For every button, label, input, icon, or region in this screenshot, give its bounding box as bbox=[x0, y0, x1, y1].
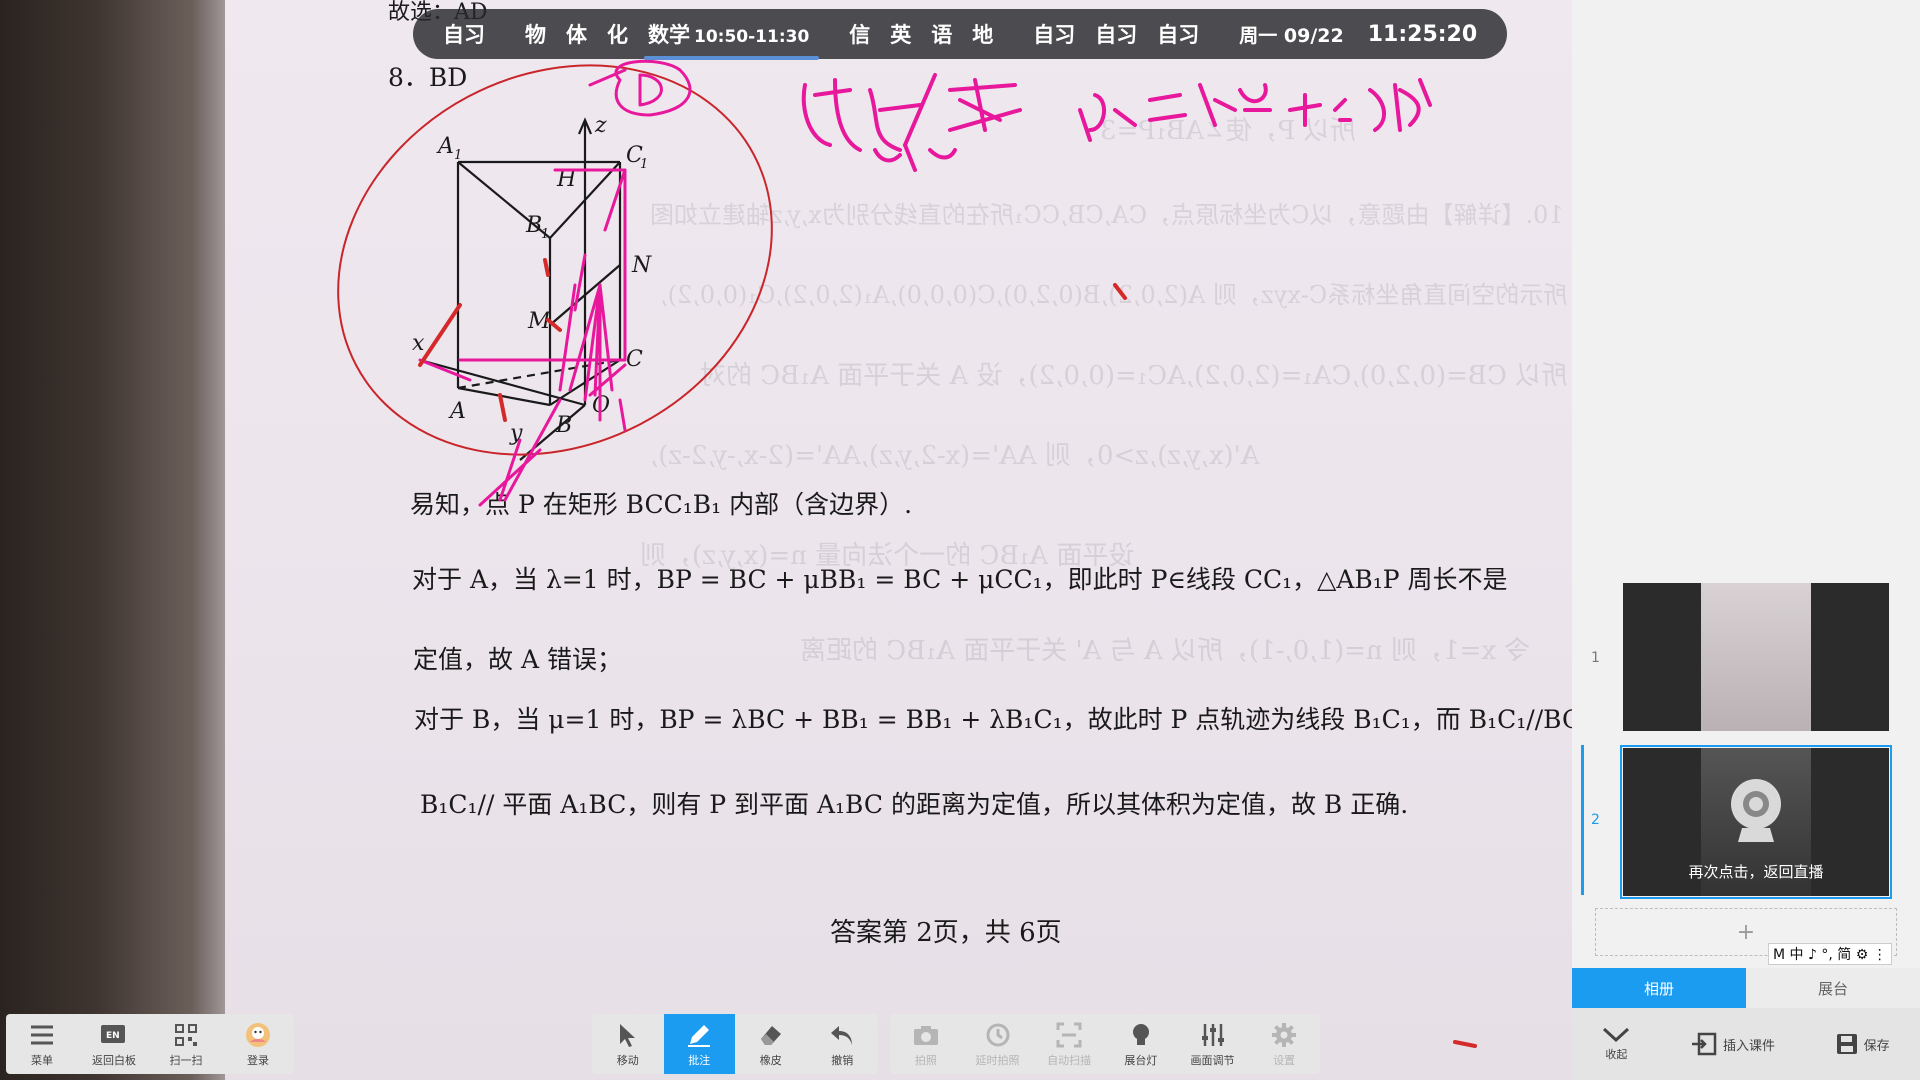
right-panel: 1 2 再次点击，返回直播 + 相册 展台 收起 插入课件 保存 bbox=[1572, 0, 1920, 1080]
eraser-tool-label: 橡皮 bbox=[759, 1054, 782, 1067]
schedule-period: 自习 bbox=[1095, 23, 1138, 47]
undo-button[interactable]: 撤销 bbox=[807, 1014, 879, 1074]
pen-icon bbox=[684, 1020, 714, 1050]
photo-label: 拍照 bbox=[914, 1054, 937, 1067]
timer-photo-label: 延时拍照 bbox=[975, 1054, 1020, 1067]
settings-label: 设置 bbox=[1273, 1054, 1296, 1067]
schedule-period: 体 bbox=[566, 23, 587, 47]
schedule-clock: 11:25:20 bbox=[1367, 21, 1478, 47]
slide-thumbnail-1[interactable] bbox=[1623, 583, 1889, 731]
auto-scan-label: 自动扫描 bbox=[1047, 1054, 1092, 1067]
return-live-caption: 再次点击，返回直播 bbox=[1688, 863, 1824, 881]
slide-thumbnail-2[interactable]: 再次点击，返回直播 bbox=[1620, 745, 1892, 899]
timer-icon bbox=[983, 1020, 1013, 1050]
save-button[interactable]: 保存 bbox=[1836, 1033, 1890, 1055]
whiteboard-icon: EN bbox=[99, 1020, 129, 1050]
camera-live-view[interactable]: 所以 P，使∠AB₁P=3 10.【详解】由题意，以C为坐标原点，CA,CB,C… bbox=[0, 0, 1572, 1080]
schedule-period: 自习 bbox=[1157, 23, 1200, 47]
bulb-icon bbox=[1126, 1020, 1156, 1050]
current-subject: 数学 bbox=[648, 23, 690, 47]
collapse-button[interactable]: 收起 bbox=[1602, 1026, 1630, 1062]
schedule-period: 英 bbox=[890, 23, 912, 47]
image-adjust-button[interactable]: 画面调节 bbox=[1177, 1014, 1249, 1074]
schedule-period: 自习 bbox=[443, 23, 485, 47]
insert-courseware-label: 插入课件 bbox=[1722, 1038, 1775, 1054]
save-icon bbox=[1836, 1034, 1857, 1054]
qrcode-icon bbox=[171, 1020, 201, 1050]
chevron-down-icon bbox=[1603, 1027, 1630, 1043]
scan-qr-button[interactable]: 扫一扫 bbox=[150, 1014, 222, 1074]
scan-icon bbox=[1054, 1020, 1084, 1050]
timer-photo-button[interactable]: 延时拍照 bbox=[962, 1014, 1034, 1074]
schedule-period: 信 bbox=[849, 23, 871, 47]
schedule-period: 物 bbox=[525, 23, 546, 47]
menu-icon bbox=[27, 1020, 57, 1050]
settings-button[interactable]: 设置 bbox=[1248, 1014, 1320, 1074]
panel-actions: 收起 插入课件 保存 bbox=[1572, 1008, 1920, 1080]
schedule-period: 化 bbox=[607, 23, 628, 47]
eraser-icon bbox=[756, 1020, 786, 1050]
schedule-period: 语 bbox=[931, 23, 953, 47]
collapse-label: 收起 bbox=[1605, 1048, 1628, 1061]
schedule-period: 地 bbox=[972, 23, 994, 47]
annotation-layer bbox=[337, 59, 1477, 1048]
avatar-icon bbox=[243, 1020, 273, 1050]
camera-icon bbox=[911, 1020, 941, 1050]
eraser-tool-button[interactable]: 橡皮 bbox=[735, 1014, 807, 1074]
ime-status-bar[interactable]: M 中 ♪ °, 简 ⚙ ⋮ bbox=[1768, 943, 1892, 965]
stage-light-label: 展台灯 bbox=[1124, 1054, 1158, 1067]
plus-icon: + bbox=[1736, 919, 1756, 945]
login-button[interactable]: 登录 bbox=[222, 1014, 294, 1074]
annotation-toolbar: 移动 批注 橡皮 撤销 bbox=[592, 1014, 878, 1074]
undo-icon bbox=[827, 1020, 857, 1050]
current-time-range: 10:50-11:30 bbox=[694, 27, 810, 47]
menu-button[interactable]: 菜单 bbox=[6, 1014, 78, 1074]
scan-qr-label: 扫一扫 bbox=[169, 1054, 203, 1067]
move-tool-button[interactable]: 移动 bbox=[592, 1014, 664, 1074]
sliders-icon bbox=[1198, 1020, 1228, 1050]
image-adjust-label: 画面调节 bbox=[1190, 1054, 1235, 1067]
return-whiteboard-button[interactable]: EN 返回白板 bbox=[78, 1014, 150, 1074]
panel-tabs: 相册 展台 bbox=[1572, 968, 1920, 1008]
stage-light-button[interactable]: 展台灯 bbox=[1105, 1014, 1177, 1074]
slide-number: 2 bbox=[1591, 812, 1600, 828]
camera-toolbar: 拍照 延时拍照 自动扫描 展台灯 画面调节 设置 bbox=[890, 1014, 1320, 1074]
cursor-icon bbox=[613, 1020, 643, 1050]
annotate-tool-button[interactable]: 批注 bbox=[663, 1014, 735, 1074]
thumbnail-photo bbox=[1701, 583, 1811, 731]
return-whiteboard-label: 返回白板 bbox=[92, 1054, 136, 1067]
schedule-date: 周一 09/22 bbox=[1239, 24, 1344, 47]
schedule-current-period: 数学 10:50-11:30 bbox=[643, 19, 820, 60]
selected-indicator bbox=[1581, 745, 1584, 895]
menu-label: 菜单 bbox=[31, 1054, 53, 1067]
insert-courseware-button[interactable]: 插入课件 bbox=[1691, 1032, 1775, 1056]
login-label: 登录 bbox=[247, 1054, 269, 1067]
save-label: 保存 bbox=[1863, 1038, 1890, 1054]
tab-album[interactable]: 相册 bbox=[1572, 968, 1746, 1008]
svg-text:EN: EN bbox=[106, 1031, 120, 1041]
schedule-period: 自习 bbox=[1033, 23, 1076, 47]
insert-icon bbox=[1691, 1032, 1717, 1056]
main-toolbar: 菜单 EN 返回白板 扫一扫 登录 bbox=[6, 1014, 294, 1074]
photo-button[interactable]: 拍照 bbox=[890, 1014, 962, 1074]
auto-scan-button[interactable]: 自动扫描 bbox=[1033, 1014, 1105, 1074]
move-tool-label: 移动 bbox=[616, 1054, 639, 1067]
tab-stage[interactable]: 展台 bbox=[1746, 968, 1920, 1008]
class-schedule-bar: 自习 物 体 化 数学 10:50-11:30 信 英 语 地 自习 自习 自习… bbox=[413, 9, 1507, 60]
slide-number: 1 bbox=[1591, 650, 1600, 666]
undo-label: 撤销 bbox=[831, 1054, 854, 1067]
webcam-icon bbox=[1731, 779, 1781, 842]
gear-icon bbox=[1269, 1020, 1299, 1050]
annotate-tool-label: 批注 bbox=[688, 1054, 711, 1067]
